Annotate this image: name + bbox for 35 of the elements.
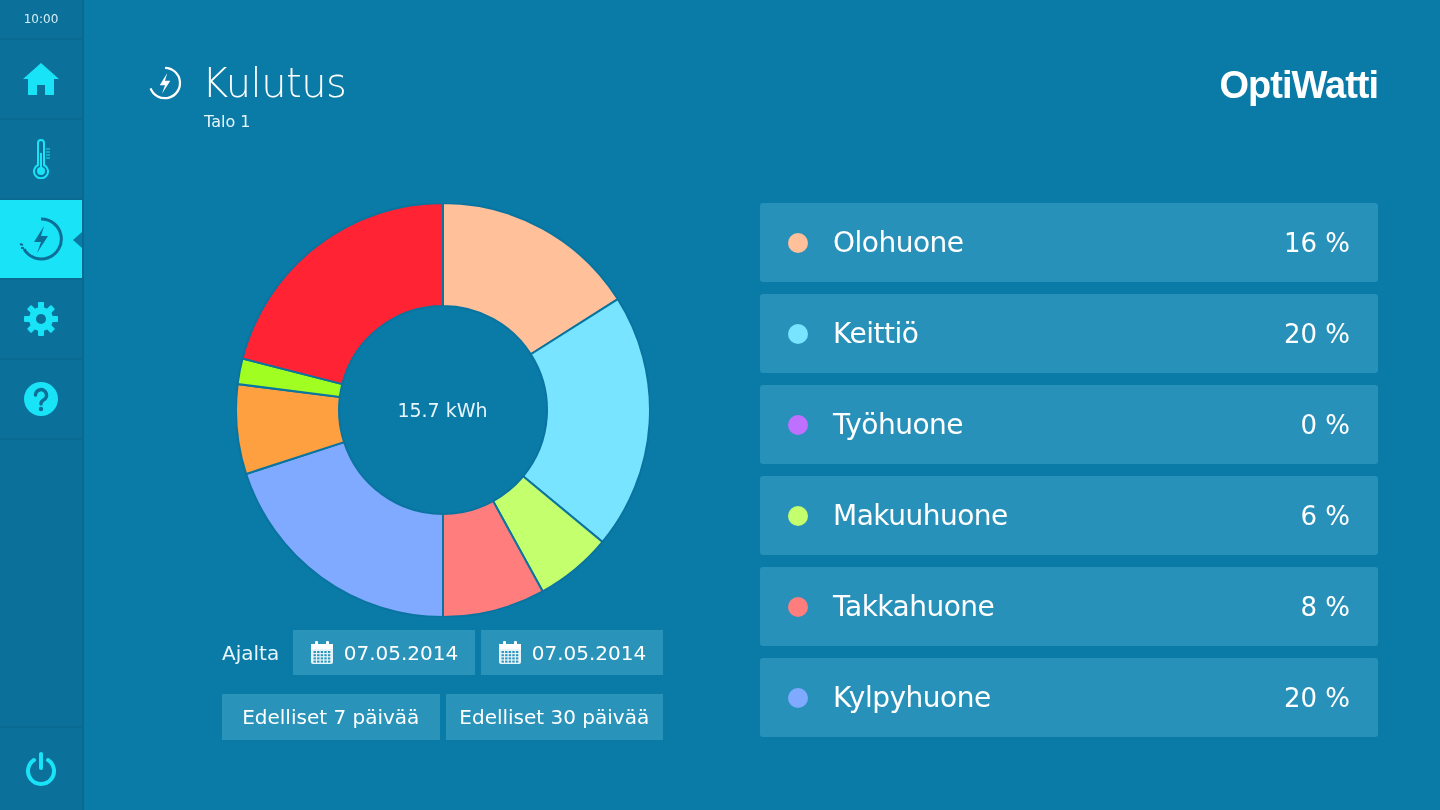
room-name: Olohuone xyxy=(833,226,965,259)
page-subtitle: Talo 1 xyxy=(204,112,252,131)
end-date-button[interactable]: 07.05.2014 xyxy=(481,630,663,675)
calendar-icon xyxy=(497,640,522,665)
power-icon[interactable] xyxy=(24,751,58,787)
room-name: Kylpyhuone xyxy=(833,681,992,714)
preset-button[interactable]: Edelliset 7 päivää xyxy=(222,694,440,740)
room-share: 0 % xyxy=(1300,409,1350,440)
room-share: 20 % xyxy=(1283,318,1350,349)
room-name: Takkahuone xyxy=(833,590,996,623)
home-icon xyxy=(22,61,60,97)
period-label: Ajalta xyxy=(222,640,281,665)
sidebar-item[interactable] xyxy=(0,200,82,280)
start-date-button[interactable]: 07.05.2014 xyxy=(293,630,475,675)
preset-button[interactable]: Edelliset 30 päivää xyxy=(445,694,663,740)
settings-icon xyxy=(23,301,59,337)
room-row[interactable]: Olohuone 16 % xyxy=(760,203,1378,282)
page-title: Kulutus xyxy=(202,59,347,108)
room-row[interactable]: Keittiö 20 % xyxy=(760,294,1378,373)
room-name: Keittiö xyxy=(833,317,920,350)
calendar-icon xyxy=(309,640,334,665)
logo: OptiWatti xyxy=(1219,64,1378,107)
room-share: 16 % xyxy=(1283,227,1350,258)
help-icon xyxy=(23,381,59,417)
room-share: 8 % xyxy=(1300,591,1350,622)
room-name: Työhuone xyxy=(833,408,965,441)
room-row[interactable]: Makuuhuone 6 % xyxy=(760,476,1378,555)
room-row[interactable]: Työhuone 0 % xyxy=(760,385,1378,464)
clock-time: 10:00 xyxy=(0,0,82,40)
room-row[interactable]: Takkahuone 8 % xyxy=(760,567,1378,646)
room-name: Makuuhuone xyxy=(833,499,1009,532)
total-label: 15.7 kWh xyxy=(397,399,488,421)
room-row[interactable]: Kylpyhuone 20 % xyxy=(760,658,1378,737)
room-share: 20 % xyxy=(1283,682,1350,713)
room-share: 6 % xyxy=(1300,500,1350,531)
